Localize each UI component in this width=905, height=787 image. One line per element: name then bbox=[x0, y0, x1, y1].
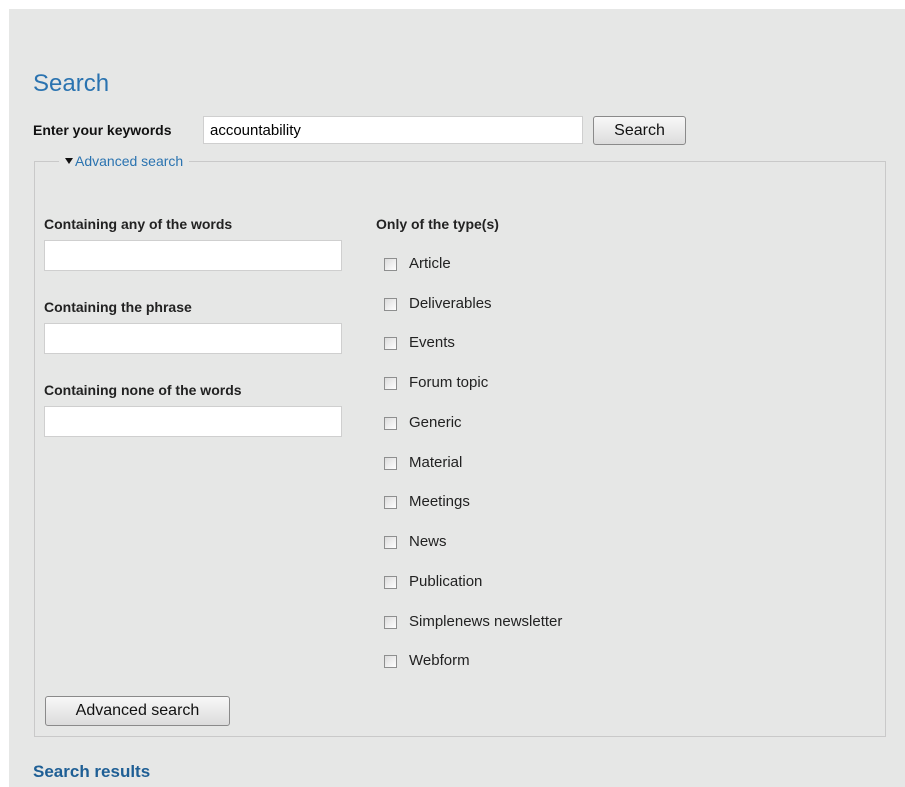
keywords-input[interactable] bbox=[203, 116, 583, 144]
types-label: Only of the type(s) bbox=[376, 216, 499, 232]
checkbox[interactable] bbox=[384, 575, 397, 589]
checkbox[interactable] bbox=[384, 535, 397, 549]
checkbox[interactable] bbox=[384, 456, 397, 470]
advanced-search-legend: Advanced search bbox=[75, 153, 184, 169]
type-label: Events bbox=[409, 333, 455, 351]
none-words-label: Containing none of the words bbox=[44, 382, 242, 398]
phrase-label: Containing the phrase bbox=[44, 299, 192, 315]
type-label: Publication bbox=[409, 572, 483, 590]
type-label: Deliverables bbox=[409, 294, 492, 312]
type-label: Article bbox=[409, 254, 451, 272]
checkbox[interactable] bbox=[384, 336, 397, 350]
checkbox[interactable] bbox=[384, 654, 397, 668]
checkbox[interactable] bbox=[384, 495, 397, 509]
type-option-article[interactable]: Article bbox=[384, 253, 451, 273]
triangle-down-icon bbox=[65, 158, 73, 165]
checkbox[interactable] bbox=[384, 376, 397, 390]
type-label: Material bbox=[409, 453, 463, 471]
type-label: Webform bbox=[409, 651, 470, 669]
type-option-material[interactable]: Material bbox=[384, 452, 462, 472]
type-option-publication[interactable]: Publication bbox=[384, 571, 482, 591]
type-option-events[interactable]: Events bbox=[384, 332, 455, 352]
checkbox[interactable] bbox=[384, 416, 397, 430]
type-label: News bbox=[409, 532, 447, 550]
advanced-search-toggle[interactable]: Advanced search bbox=[59, 153, 189, 169]
advanced-search-button[interactable]: Advanced search bbox=[45, 696, 230, 726]
type-option-simplenews-newsletter[interactable]: Simplenews newsletter bbox=[384, 611, 562, 631]
type-option-forum-topic[interactable]: Forum topic bbox=[384, 372, 488, 392]
type-option-generic[interactable]: Generic bbox=[384, 412, 462, 432]
type-option-meetings[interactable]: Meetings bbox=[384, 491, 470, 511]
checkbox[interactable] bbox=[384, 615, 397, 629]
type-option-news[interactable]: News bbox=[384, 531, 447, 551]
search-results-heading: Search results bbox=[33, 762, 151, 781]
page-title: Search bbox=[33, 70, 110, 97]
type-label: Generic bbox=[409, 413, 462, 431]
none-words-input[interactable] bbox=[44, 406, 342, 437]
checkbox[interactable] bbox=[384, 257, 397, 271]
type-label: Simplenews newsletter bbox=[409, 612, 563, 630]
type-option-webform[interactable]: Webform bbox=[384, 650, 470, 670]
type-option-deliverables[interactable]: Deliverables bbox=[384, 293, 492, 313]
phrase-input[interactable] bbox=[44, 323, 342, 354]
type-label: Meetings bbox=[409, 492, 470, 510]
any-words-input[interactable] bbox=[44, 240, 342, 271]
keywords-label: Enter your keywords bbox=[33, 122, 172, 138]
type-label: Forum topic bbox=[409, 373, 489, 391]
search-button[interactable]: Search bbox=[593, 116, 686, 145]
any-words-label: Containing any of the words bbox=[44, 216, 233, 232]
checkbox[interactable] bbox=[384, 297, 397, 311]
